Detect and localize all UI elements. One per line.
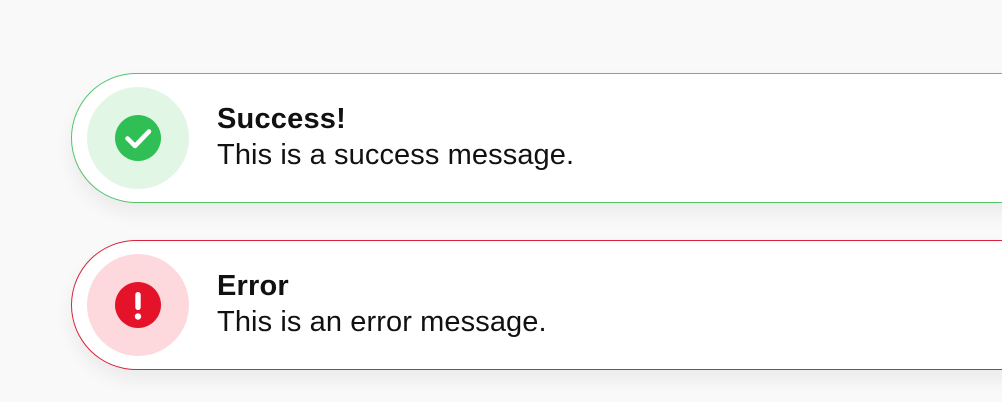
error-toast: Error This is an error message.: [71, 240, 1002, 370]
success-toast: Success! This is a success message.: [71, 73, 1002, 203]
toast-title: Success!: [217, 103, 346, 135]
error-icon-wrapper: [87, 254, 189, 356]
success-icon-wrapper: [87, 87, 189, 189]
toast-message: This is an error message.: [217, 306, 547, 338]
toast-message: This is a success message.: [217, 139, 575, 171]
error-text: Error This is an error message.: [217, 269, 547, 341]
exclamation-circle-icon: [115, 282, 161, 328]
success-text: Success! This is a success message.: [217, 102, 574, 174]
toast-title: Error: [217, 270, 289, 302]
toast-stage: Success! This is a success message. Erro…: [0, 0, 1002, 402]
check-circle-icon: [115, 115, 161, 161]
